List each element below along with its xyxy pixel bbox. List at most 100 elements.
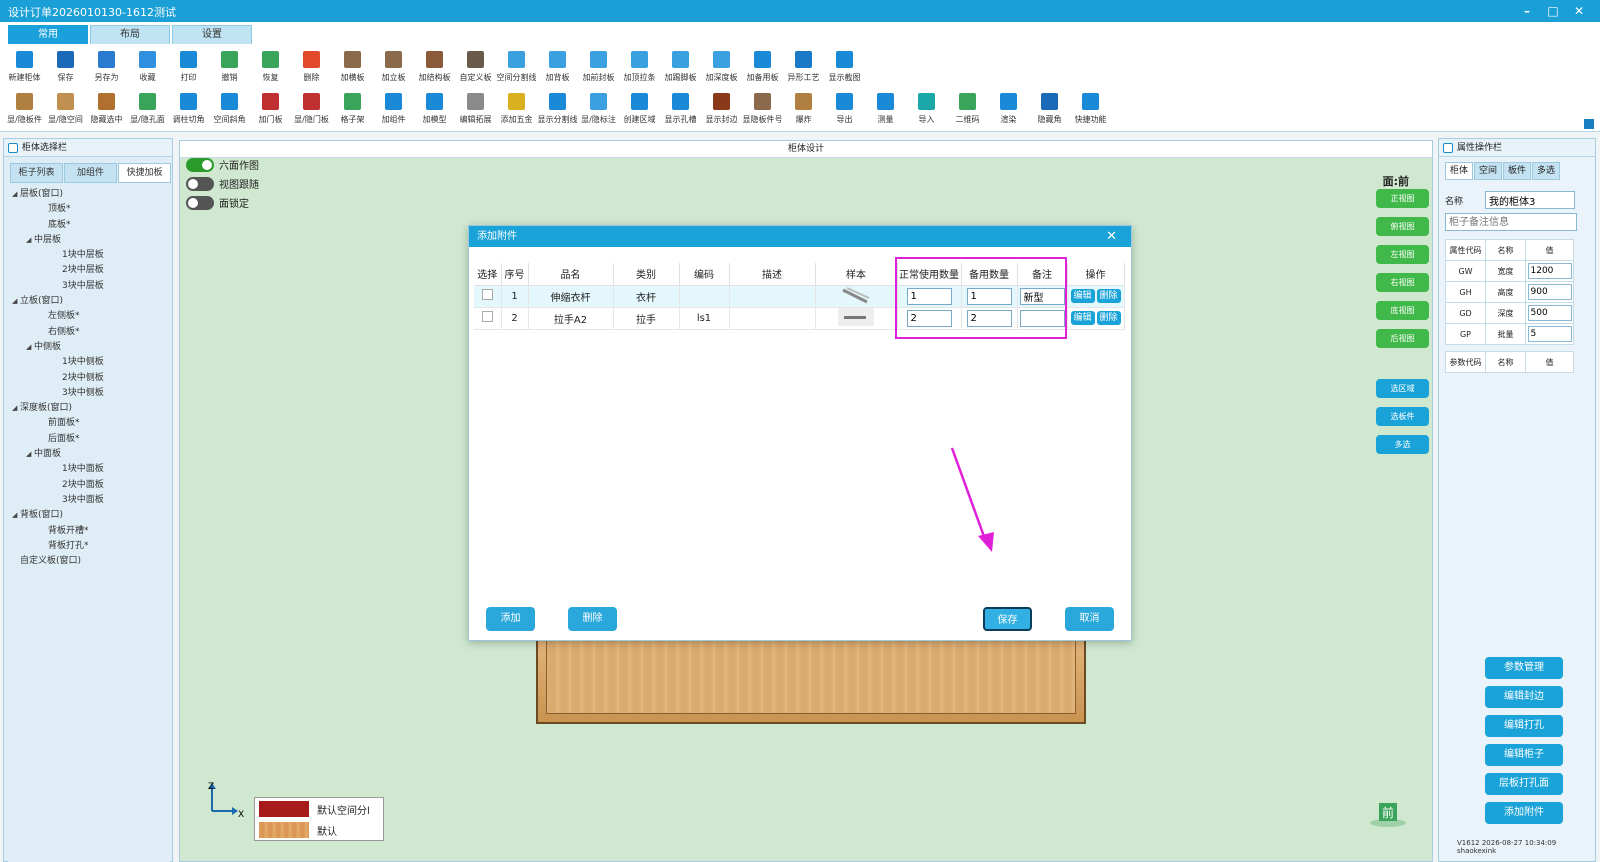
multi-select-button[interactable]: 多选 [1376, 435, 1429, 454]
top-view-button[interactable]: 俯视图 [1376, 217, 1429, 236]
r1-tool-15[interactable]: 加顶拉条 [619, 48, 660, 88]
expand-arrow-icon[interactable]: ◢ [26, 233, 34, 248]
edit-drill-button[interactable]: 编辑打孔 [1485, 715, 1563, 737]
r2-tool-16[interactable]: 显示孔槽 [660, 90, 701, 130]
left-view-button[interactable]: 左视图 [1376, 245, 1429, 264]
tab-add-component[interactable]: 加组件 [64, 163, 117, 183]
tab-multi[interactable]: 多选 [1532, 162, 1560, 180]
tab-space[interactable]: 空间 [1474, 162, 1502, 180]
bottom-view-button[interactable]: 底视图 [1376, 301, 1429, 320]
r1-tool-6[interactable]: 恢复 [250, 48, 291, 88]
r1-tool-12[interactable]: 空间分割线 [496, 48, 537, 88]
r1-tool-11[interactable]: 自定义板 [455, 48, 496, 88]
tree-item[interactable]: 底板* [8, 218, 170, 233]
expand-arrow-icon[interactable]: ◢ [12, 187, 20, 202]
delete-row-button[interactable]: 删除 [1096, 289, 1121, 303]
row-checkbox[interactable] [481, 311, 493, 322]
r1-tool-3[interactable]: 收藏 [127, 48, 168, 88]
maximize-button[interactable]: □ [1540, 2, 1566, 20]
minimize-button[interactable]: – [1514, 2, 1540, 20]
tree-item[interactable]: 1块中侧板 [8, 355, 170, 370]
r1-tool-7[interactable]: 删除 [291, 48, 332, 88]
param-manage-button[interactable]: 参数管理 [1485, 657, 1563, 679]
r2-tool-6[interactable]: 加门板 [250, 90, 291, 130]
toggle-switch[interactable] [186, 176, 214, 191]
tree-item[interactable]: 2块中层板 [8, 263, 170, 278]
tab-quick-add-board[interactable]: 快捷加板 [118, 163, 171, 183]
r2-tool-0[interactable]: 显/隐板件 [4, 90, 45, 130]
tree-item[interactable]: 前面板* [8, 416, 170, 431]
r2-tool-17[interactable]: 显示封边 [701, 90, 742, 130]
r2-tool-14[interactable]: 显/隐标注 [578, 90, 619, 130]
expand-arrow-icon[interactable]: ◢ [12, 508, 20, 523]
tree-item[interactable]: 2块中侧板 [8, 371, 170, 386]
row-checkbox[interactable] [481, 289, 493, 300]
edit-edge-button[interactable]: 编辑封边 [1485, 686, 1563, 708]
tree-item[interactable]: ◢ 中侧板 [8, 340, 170, 355]
tab-settings[interactable]: 设置 [172, 25, 252, 44]
toggle-face-lock[interactable]: 面锁定 [186, 195, 249, 210]
shelf-drill-face-button[interactable]: 层板打孔面 [1485, 773, 1563, 795]
tree-item[interactable]: 自定义板(窗口) [8, 554, 170, 569]
r2-tool-26[interactable]: 快捷功能 [1070, 90, 1111, 130]
cabinet-name-input[interactable] [1485, 191, 1575, 209]
r2-tool-1[interactable]: 显/隐空间 [45, 90, 86, 130]
r2-tool-21[interactable]: 测量 [865, 90, 906, 130]
r1-tool-20[interactable]: 显示截图 [824, 48, 865, 88]
expand-arrow-icon[interactable]: ◢ [26, 447, 34, 462]
tree-item[interactable]: 3块中侧板 [8, 386, 170, 401]
r2-tool-10[interactable]: 加模型 [414, 90, 455, 130]
toggle-view-follow[interactable]: 视图跟随 [186, 176, 259, 191]
tree-item[interactable]: 顶板* [8, 202, 170, 217]
r1-tool-19[interactable]: 异形工艺 [783, 48, 824, 88]
tree-item[interactable]: ◢ 中面板 [8, 447, 170, 462]
tree-item[interactable]: ◢ 背板(窗口) [8, 508, 170, 523]
r2-tool-12[interactable]: 添加五金 [496, 90, 537, 130]
r1-tool-0[interactable]: 新建柜体 [4, 48, 45, 88]
attr-value-input[interactable] [1527, 326, 1572, 342]
tree-item[interactable]: 2块中面板 [8, 478, 170, 493]
edit-button[interactable]: 编辑 [1070, 289, 1095, 303]
r1-tool-5[interactable]: 撤销 [209, 48, 250, 88]
r2-tool-18[interactable]: 显隐板件号 [742, 90, 783, 130]
toggle-switch[interactable] [186, 157, 214, 172]
tab-cabinet-list[interactable]: 柜子列表 [10, 163, 63, 183]
front-view-button[interactable]: 正视图 [1376, 189, 1429, 208]
r1-tool-1[interactable]: 保存 [45, 48, 86, 88]
select-board-button[interactable]: 选板件 [1376, 407, 1429, 426]
tab-cabinet[interactable]: 柜体 [1445, 162, 1473, 180]
r1-tool-17[interactable]: 加深度板 [701, 48, 742, 88]
delete-button[interactable]: 删除 [568, 607, 617, 631]
attr-value-input[interactable] [1527, 263, 1572, 279]
r2-tool-25[interactable]: 隐藏角 [1029, 90, 1070, 130]
toggle-switch[interactable] [186, 195, 214, 210]
add-button[interactable]: 添加 [486, 607, 535, 631]
r2-tool-15[interactable]: 创建区域 [619, 90, 660, 130]
expand-arrow-icon[interactable]: ◢ [12, 294, 20, 309]
toggle-six-face[interactable]: 六面作图 [186, 157, 259, 172]
r2-tool-3[interactable]: 显/隐孔面 [127, 90, 168, 130]
r2-tool-24[interactable]: 渲染 [988, 90, 1029, 130]
cabinet-note-input[interactable] [1445, 213, 1577, 231]
expand-arrow-icon[interactable]: ◢ [26, 340, 34, 355]
close-icon[interactable]: ✕ [1106, 226, 1117, 247]
delete-row-button[interactable]: 删除 [1096, 311, 1121, 325]
cancel-button[interactable]: 取消 [1065, 607, 1114, 631]
tree-item[interactable]: 3块中面板 [8, 493, 170, 508]
expand-arrow-icon[interactable]: ◢ [12, 401, 20, 416]
tab-layout[interactable]: 布局 [90, 25, 170, 44]
r2-tool-7[interactable]: 显/隐门板 [291, 90, 332, 130]
r1-tool-8[interactable]: 加横板 [332, 48, 373, 88]
r2-tool-8[interactable]: 格子架 [332, 90, 373, 130]
r1-tool-2[interactable]: 另存为 [86, 48, 127, 88]
attr-value-input[interactable] [1527, 284, 1572, 300]
tree-item[interactable]: 3块中层板 [8, 279, 170, 294]
edit-button[interactable]: 编辑 [1070, 311, 1095, 325]
edit-cabinet-button[interactable]: 编辑柜子 [1485, 744, 1563, 766]
r2-tool-9[interactable]: 加组件 [373, 90, 414, 130]
r1-tool-18[interactable]: 加备用板 [742, 48, 783, 88]
tree-item[interactable]: 1块中面板 [8, 462, 170, 477]
tree-item[interactable]: ◢ 深度板(窗口) [8, 401, 170, 416]
tree-item[interactable]: ◢ 层板(窗口) [8, 187, 170, 202]
tree-item[interactable]: 后面板* [8, 432, 170, 447]
